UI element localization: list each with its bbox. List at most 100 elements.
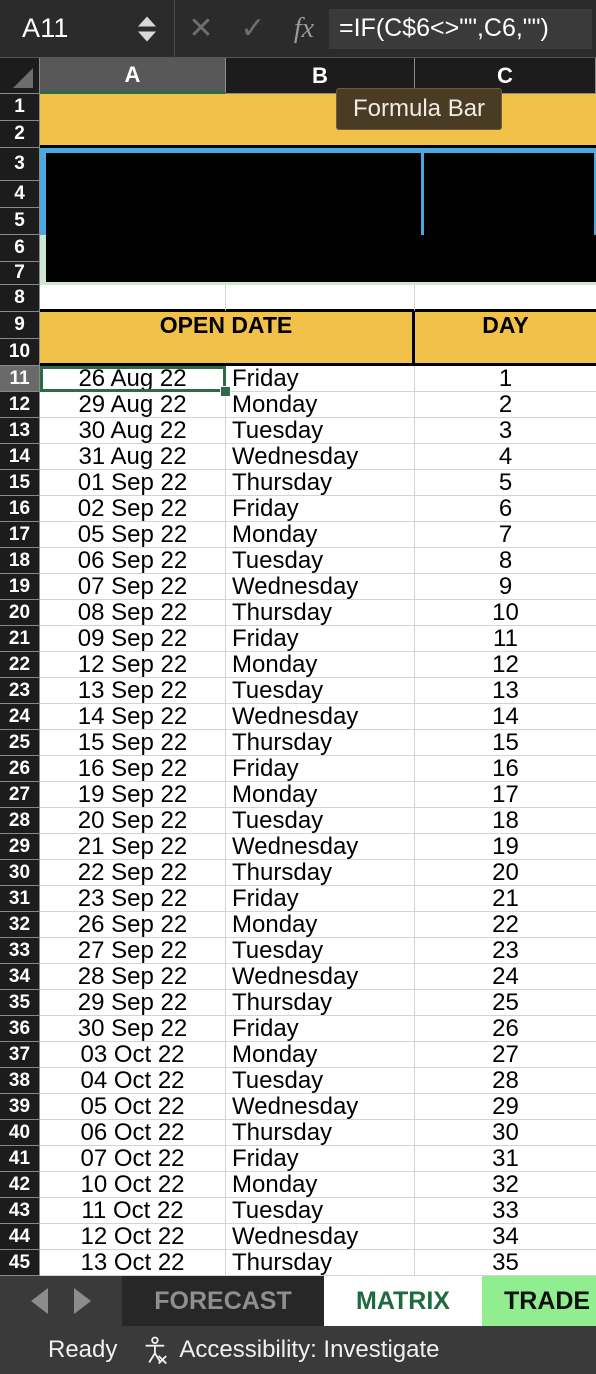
- arrow-left-icon[interactable]: [31, 1288, 48, 1314]
- table-row[interactable]: 42 10 Oct 22 Monday 32: [0, 1172, 596, 1198]
- name-box[interactable]: A11: [0, 0, 175, 58]
- cell-day-number[interactable]: 7: [415, 522, 596, 548]
- empty-cell[interactable]: [40, 285, 226, 312]
- row-header[interactable]: 26: [0, 756, 40, 782]
- row-cells[interactable]: 26 Sep 22 Monday 22: [40, 912, 596, 938]
- row-cells[interactable]: [40, 262, 596, 285]
- table-row[interactable]: 16 02 Sep 22 Friday 6: [0, 496, 596, 522]
- row-cells[interactable]: 10 Oct 22 Monday 32: [40, 1172, 596, 1198]
- row-header[interactable]: 6: [0, 235, 40, 262]
- row-cells[interactable]: 05 Oct 22 Wednesday 29: [40, 1094, 596, 1120]
- cell-day-number[interactable]: 6: [415, 496, 596, 522]
- cell-open-date[interactable]: 04 Oct 22: [40, 1068, 226, 1094]
- row-header[interactable]: 13: [0, 418, 40, 444]
- row-header[interactable]: 40: [0, 1120, 40, 1146]
- cell-day-number[interactable]: 19: [415, 834, 596, 860]
- formula-input[interactable]: =IF(C$6<>"",C6,""): [329, 8, 592, 49]
- cell-open-date[interactable]: 05 Sep 22: [40, 522, 226, 548]
- cell-weekday[interactable]: Wednesday: [226, 574, 415, 600]
- cell-open-date[interactable]: 31 Aug 22: [40, 444, 226, 470]
- row-cells[interactable]: 20 Sep 22 Tuesday 18: [40, 808, 596, 834]
- row-header[interactable]: 10: [0, 339, 40, 366]
- row-cells[interactable]: 02 Sep 22 Friday 6: [40, 496, 596, 522]
- row-cells[interactable]: 06 Sep 22 Tuesday 8: [40, 548, 596, 574]
- table-row[interactable]: 30 22 Sep 22 Thursday 20: [0, 860, 596, 886]
- cell-weekday[interactable]: Monday: [226, 1172, 415, 1198]
- row-header[interactable]: 9: [0, 312, 40, 339]
- table-row[interactable]: 44 12 Oct 22 Wednesday 34: [0, 1224, 596, 1250]
- cell-weekday[interactable]: Friday: [226, 626, 415, 652]
- cell-day-number[interactable]: 23: [415, 938, 596, 964]
- row-header[interactable]: 1: [0, 94, 40, 121]
- cell-open-date[interactable]: 22 Sep 22: [40, 860, 226, 886]
- row-cells[interactable]: 26 Aug 22 Friday 1: [40, 366, 596, 392]
- cell-open-date[interactable]: 06 Oct 22: [40, 1120, 226, 1146]
- row-header[interactable]: 14: [0, 444, 40, 470]
- cell-weekday[interactable]: Monday: [226, 652, 415, 678]
- cell-weekday[interactable]: Thursday: [226, 990, 415, 1016]
- cell-day-number[interactable]: 34: [415, 1224, 596, 1250]
- row-header[interactable]: 18: [0, 548, 40, 574]
- table-row[interactable]: 38 04 Oct 22 Tuesday 28: [0, 1068, 596, 1094]
- decorative-black-cell[interactable]: [424, 153, 594, 181]
- row-header[interactable]: 3: [0, 148, 40, 181]
- cell-weekday[interactable]: Monday: [226, 912, 415, 938]
- cell-open-date[interactable]: 06 Sep 22: [40, 548, 226, 574]
- row-cells[interactable]: 29 Aug 22 Monday 2: [40, 392, 596, 418]
- row-cells[interactable]: [40, 208, 596, 235]
- cell-open-date[interactable]: 13 Oct 22: [40, 1250, 226, 1276]
- row-cells[interactable]: [40, 121, 596, 148]
- row-cells[interactable]: 28 Sep 22 Wednesday 24: [40, 964, 596, 990]
- row-header[interactable]: 39: [0, 1094, 40, 1120]
- cell-weekday[interactable]: Thursday: [226, 600, 415, 626]
- cell-open-date[interactable]: 21 Sep 22: [40, 834, 226, 860]
- cell-open-date[interactable]: 15 Sep 22: [40, 730, 226, 756]
- header-open-date[interactable]: OPEN DATE: [40, 312, 415, 339]
- table-row[interactable]: 25 15 Sep 22 Thursday 15: [0, 730, 596, 756]
- cell-day-number[interactable]: 3: [415, 418, 596, 444]
- cell-weekday[interactable]: Tuesday: [226, 418, 415, 444]
- row-header[interactable]: 42: [0, 1172, 40, 1198]
- cell-day-number[interactable]: 25: [415, 990, 596, 1016]
- cell-weekday[interactable]: Wednesday: [226, 704, 415, 730]
- empty-cell[interactable]: [226, 285, 415, 312]
- row-header[interactable]: 16: [0, 496, 40, 522]
- row-header[interactable]: 20: [0, 600, 40, 626]
- cell-open-date[interactable]: 30 Sep 22: [40, 1016, 226, 1042]
- table-row[interactable]: 26 16 Sep 22 Friday 16: [0, 756, 596, 782]
- cell-day-number[interactable]: 33: [415, 1198, 596, 1224]
- decorative-black-cell[interactable]: [46, 153, 421, 181]
- row-cells[interactable]: [40, 181, 596, 208]
- row-cells[interactable]: 29 Sep 22 Thursday 25: [40, 990, 596, 1016]
- decorative-black-cell[interactable]: [46, 235, 421, 262]
- row-cells[interactable]: 05 Sep 22 Monday 7: [40, 522, 596, 548]
- row-header[interactable]: 24: [0, 704, 40, 730]
- row-header[interactable]: 19: [0, 574, 40, 600]
- table-row[interactable]: 18 06 Sep 22 Tuesday 8: [0, 548, 596, 574]
- row-header[interactable]: 12: [0, 392, 40, 418]
- cell-open-date[interactable]: 12 Sep 22: [40, 652, 226, 678]
- cell-weekday[interactable]: Tuesday: [226, 1068, 415, 1094]
- cell-day-number[interactable]: 1: [415, 366, 596, 392]
- table-row[interactable]: 43 11 Oct 22 Tuesday 33: [0, 1198, 596, 1224]
- cell-day-number[interactable]: 21: [415, 886, 596, 912]
- cell-weekday[interactable]: Friday: [226, 366, 415, 392]
- row-header[interactable]: 34: [0, 964, 40, 990]
- spreadsheet-grid[interactable]: A B C 1 2 3 4 5 6 7 8 9 OPEN DATE DAY 10…: [0, 58, 596, 1276]
- table-row[interactable]: 20 08 Sep 22 Thursday 10: [0, 600, 596, 626]
- table-row[interactable]: 41 07 Oct 22 Friday 31: [0, 1146, 596, 1172]
- row-cells[interactable]: 22 Sep 22 Thursday 20: [40, 860, 596, 886]
- cell-open-date[interactable]: 10 Oct 22: [40, 1172, 226, 1198]
- table-row[interactable]: 22 12 Sep 22 Monday 12: [0, 652, 596, 678]
- cell-day-number[interactable]: 9: [415, 574, 596, 600]
- row-cells[interactable]: [40, 94, 596, 121]
- row-cells[interactable]: 06 Oct 22 Thursday 30: [40, 1120, 596, 1146]
- table-row[interactable]: 17 05 Sep 22 Monday 7: [0, 522, 596, 548]
- cell-weekday[interactable]: Thursday: [226, 470, 415, 496]
- table-row[interactable]: 21 09 Sep 22 Friday 11: [0, 626, 596, 652]
- cell-weekday[interactable]: Monday: [226, 782, 415, 808]
- cell-weekday[interactable]: Tuesday: [226, 678, 415, 704]
- cell-day-number[interactable]: 35: [415, 1250, 596, 1276]
- row-header[interactable]: 28: [0, 808, 40, 834]
- row-cells[interactable]: 13 Oct 22 Thursday 35: [40, 1250, 596, 1276]
